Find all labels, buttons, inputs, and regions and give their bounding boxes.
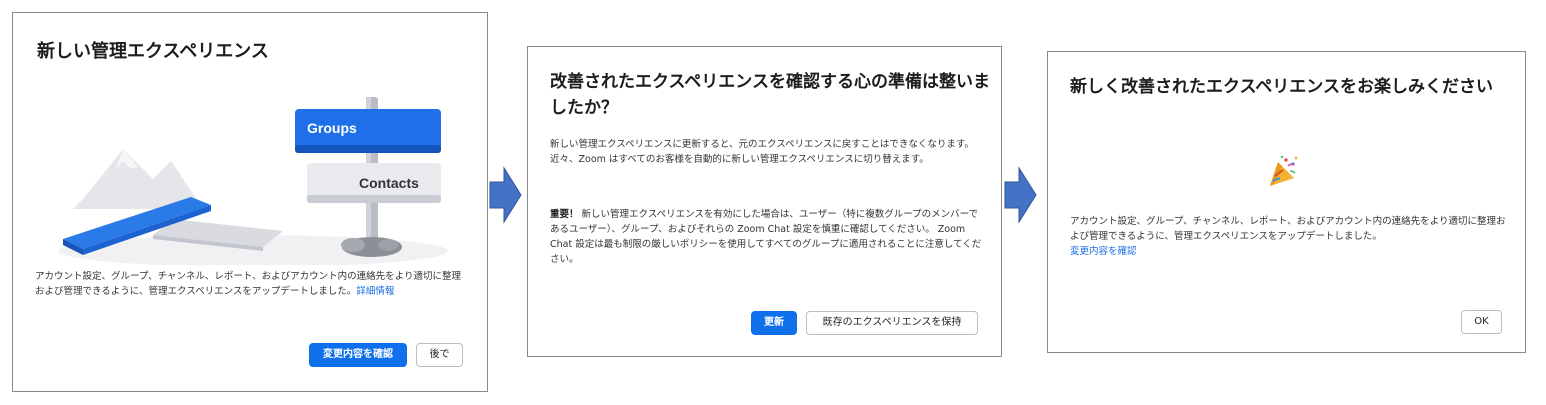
ok-button[interactable]: OK [1461, 310, 1502, 334]
signpost-illustration: Groups Contacts [58, 97, 448, 265]
review-changes-link[interactable]: 変更内容を確認 [1070, 244, 1510, 259]
keep-existing-button[interactable]: 既存のエクスペリエンスを保持 [806, 311, 978, 335]
learn-more-link[interactable]: 詳細情報 [356, 286, 394, 297]
dialog-new-admin-experience: 新しい管理エクスペリエンス Groups Contacts アカウント設定、グル… [12, 12, 488, 392]
sign-contacts-label: Contacts [359, 175, 419, 191]
sign-groups-label: Groups [307, 120, 357, 136]
dialog-title: 改善されたエクスペリエンスを確認する心の準備は整いましたか？ [550, 72, 990, 118]
dialog-confirm-update: 改善されたエクスペリエンスを確認する心の準備は整いましたか？ 新しい管理エクスペ… [527, 46, 1002, 357]
review-changes-button[interactable]: 変更内容を確認 [309, 343, 407, 367]
right-arrow-icon [489, 166, 522, 224]
dialog-body: アカウント設定、グループ、チャンネル、レポート、およびアカウント内の連絡先をより… [35, 269, 467, 299]
right-arrow-icon [1004, 166, 1037, 224]
warning-text: 新しい管理エクスペリエンスを有効にした場合は、ユーザー（特に複数グループのメンバ… [550, 209, 982, 265]
update-button[interactable]: 更新 [751, 311, 797, 335]
body-text: アカウント設定、グループ、チャンネル、レポート、およびアカウント内の連絡先をより… [35, 271, 461, 297]
dialog-title: 新しい管理エクスペリエンス [37, 41, 269, 62]
dialog-body: アカウント設定、グループ、チャンネル、レポート、およびアカウント内の連絡先をより… [1070, 214, 1510, 259]
body-text: アカウント設定、グループ、チャンネル、レポート、およびアカウント内の連絡先をより… [1070, 216, 1506, 242]
important-label: 重要！ [550, 209, 579, 220]
dialog-enjoy-new-experience: 新しく改善されたエクスペリエンスをお楽しみください アカウント設定、グループ、チ… [1047, 51, 1526, 353]
later-button[interactable]: 後で [416, 343, 463, 367]
dialog-body-paragraph: 新しい管理エクスペリエンスに更新すると、元のエクスペリエンスに戻すことはできなく… [550, 139, 974, 165]
dialog-title: 新しく改善されたエクスペリエンスをお楽しみください [1070, 77, 1493, 97]
party-popper-icon [1270, 155, 1298, 186]
dialog-warning-paragraph: 重要！ 新しい管理エクスペリエンスを有効にした場合は、ユーザー（特に複数グループ… [550, 207, 986, 267]
